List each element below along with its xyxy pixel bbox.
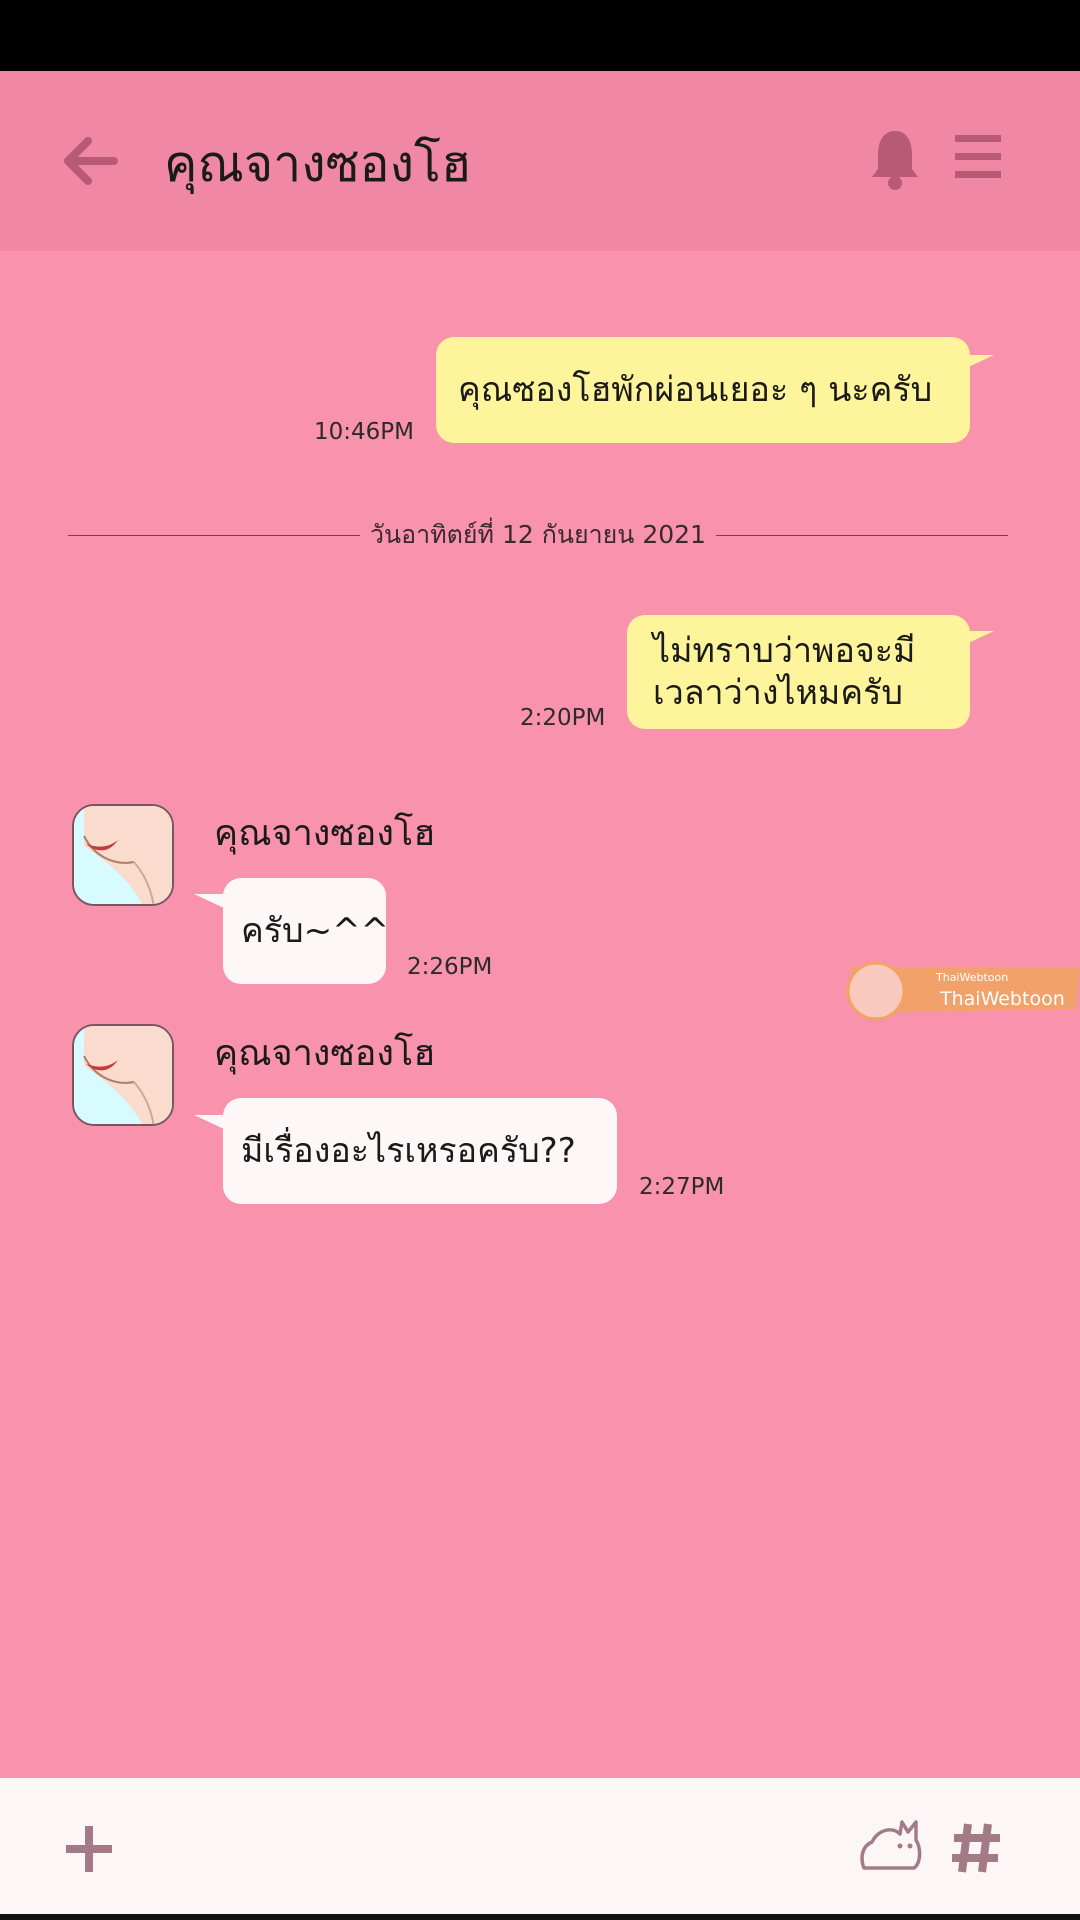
message-time: 2:26PM [407,954,493,980]
date-divider: วันอาทิตย์ที่ 12 กันยายน 2021 [68,515,1008,555]
chat-area[interactable]: คุณซองโฮพักผ่อนเยอะ ๆ นะครับ 10:46PM วัน… [0,251,1080,1778]
message-line: เวลาว่างไหมครับ [653,673,903,713]
plus-icon [66,1826,112,1872]
back-button[interactable] [58,129,122,193]
input-bar [0,1778,1080,1920]
notification-button[interactable] [870,127,920,191]
message-text: คุณซองโฮพักผ่อนเยอะ ๆ นะครับ [458,370,933,410]
bottom-edge [0,1914,1080,1920]
hamburger-menu-icon [955,135,1001,178]
date-label: วันอาทิตย์ที่ 12 กันยายน 2021 [360,520,716,549]
bubble-tail [194,894,224,908]
sticker-button[interactable] [858,1818,922,1874]
incoming-message-bubble[interactable]: ครับ~^^ [223,878,390,984]
menu-button[interactable] [955,133,1001,181]
avatar-face-image [74,806,172,904]
hashtag-button[interactable] [950,1822,1002,1874]
message-text: มีเรื่องอะไรเหรอครับ?? [241,1131,576,1171]
bubble-tail [194,1115,224,1129]
sender-name: คุณจางซองโฮ [214,813,436,854]
avatar-face-image [74,1026,172,1124]
message-time: 10:46PM [314,419,414,445]
outgoing-message-bubble[interactable]: คุณซองโฮพักผ่อนเยอะ ๆ นะครับ [436,337,970,443]
message-line: ไม่ทราบว่าพอจะมี [653,631,916,671]
sender-name: คุณจางซองโฮ [214,1033,436,1074]
status-bar-area [0,0,1080,71]
svg-text:ThaiWebtoon: ThaiWebtoon [939,988,1065,1010]
chat-header: คุณจางซองโฮ [0,71,1080,251]
message-text: ครับ~^^ [241,911,390,951]
sticker-bunny-icon [860,1820,922,1870]
arrow-left-icon [64,137,118,185]
incoming-message-bubble[interactable]: มีเรื่องอะไรเหรอครับ?? [223,1098,617,1204]
bell-icon [872,131,918,190]
avatar[interactable] [72,804,174,906]
hashtag-icon [952,1823,1000,1873]
outgoing-message-bubble[interactable]: ไม่ทราบว่าพอจะมี เวลาว่างไหมครับ [627,615,970,729]
message-time: 2:20PM [520,705,606,731]
watermark-logo: ThaiWebtoon ThaiWebtoon [836,961,1080,1021]
avatar[interactable] [72,1024,174,1126]
attach-button[interactable] [66,1826,112,1872]
svg-text:ThaiWebtoon: ThaiWebtoon [935,971,1008,984]
chat-title: คุณจางซองโฮ [164,135,472,193]
message-time: 2:27PM [639,1174,725,1200]
